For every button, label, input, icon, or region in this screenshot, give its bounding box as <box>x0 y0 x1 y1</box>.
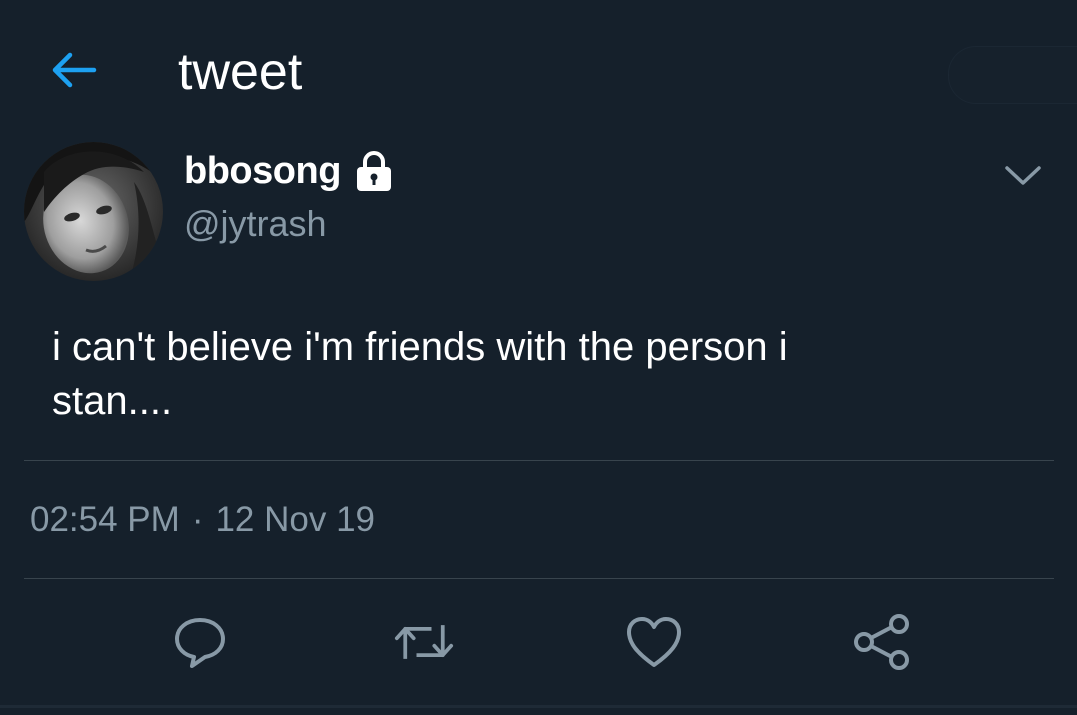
share-icon <box>854 614 909 670</box>
avatar[interactable] <box>24 142 163 281</box>
bottom-divider <box>0 705 1077 708</box>
search-field[interactable] <box>948 46 1077 104</box>
like-button[interactable] <box>624 612 684 672</box>
avatar-image <box>24 142 163 281</box>
lock-icon <box>356 151 391 191</box>
more-options-button[interactable] <box>998 156 1048 196</box>
user-handle[interactable]: @jytrash <box>184 202 327 246</box>
reply-button[interactable] <box>170 612 230 672</box>
heart-icon <box>627 617 681 667</box>
display-name-row[interactable]: bbosong <box>184 148 395 194</box>
divider <box>24 578 1054 579</box>
back-button[interactable] <box>48 48 100 92</box>
chevron-down-icon <box>1005 166 1041 185</box>
tweet-text: i can't believe i'm friends with the per… <box>52 325 788 423</box>
share-button[interactable] <box>852 612 912 672</box>
retweet-icon <box>394 625 454 659</box>
timestamp[interactable]: 02:54 PM · 12 Nov 19 <box>30 498 375 542</box>
tweet-time: 02:54 PM <box>30 500 180 539</box>
separator: · <box>191 500 204 539</box>
page-title: tweet <box>178 43 303 101</box>
retweet-button[interactable] <box>394 612 454 672</box>
divider <box>24 460 1054 461</box>
arrow-left-icon <box>52 52 97 88</box>
tweet-date: 12 Nov 19 <box>215 500 376 539</box>
display-name: bbosong <box>184 150 341 192</box>
tweet-detail-screen: tweet bbosong @jytrash i can't believe i… <box>0 0 1077 715</box>
reply-icon <box>175 618 225 668</box>
